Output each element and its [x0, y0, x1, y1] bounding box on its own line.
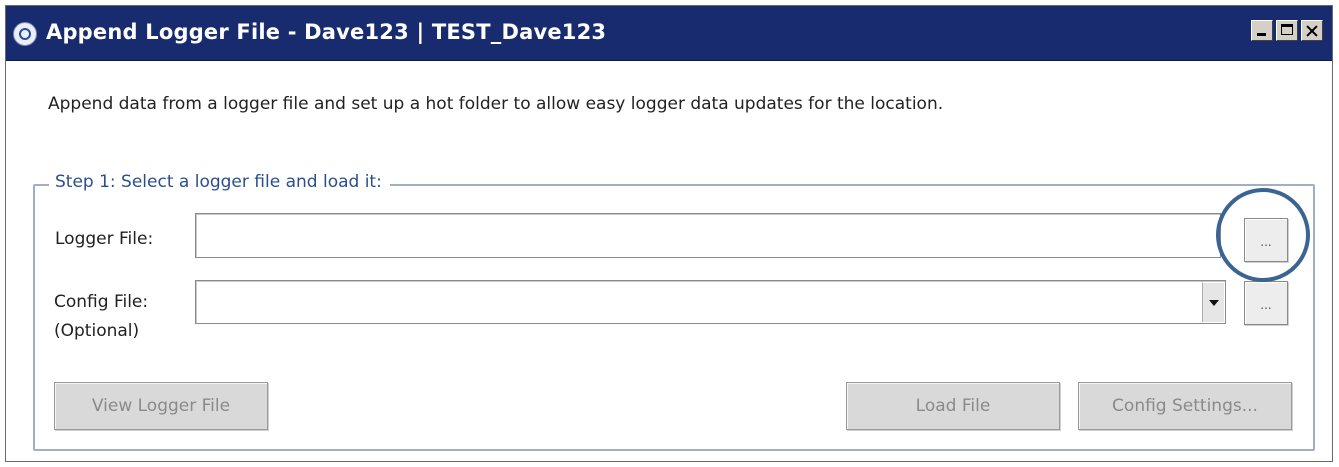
config-settings-button[interactable]: Config Settings... — [1078, 382, 1292, 430]
maximize-icon[interactable] — [1276, 20, 1298, 41]
logger-file-input[interactable] — [195, 213, 1221, 258]
view-logger-file-button[interactable]: View Logger File — [54, 382, 268, 430]
load-file-button[interactable]: Load File — [846, 382, 1060, 430]
logger-file-label: Logger File: — [55, 229, 154, 249]
close-icon[interactable] — [1301, 20, 1323, 41]
config-file-optional-label: (Optional) — [54, 321, 140, 341]
description-text: Append data from a logger file and set u… — [48, 94, 944, 114]
window-title: Append Logger File - Dave123 | TEST_Dave… — [46, 20, 607, 44]
step1-legend: Step 1: Select a logger file and load it… — [49, 172, 390, 192]
window-controls — [1251, 20, 1323, 41]
config-file-combobox[interactable] — [195, 280, 1226, 324]
chevron-down-icon[interactable] — [1202, 282, 1224, 322]
config-file-browse-button[interactable]: ... — [1244, 281, 1288, 325]
title-bar[interactable]: Append Logger File - Dave123 | TEST_Dave… — [6, 6, 1332, 61]
highlight-circle-annotation — [1216, 188, 1310, 282]
minimize-icon[interactable] — [1251, 20, 1273, 41]
app-logo-icon — [13, 22, 37, 46]
config-file-label: Config File: — [54, 292, 149, 312]
